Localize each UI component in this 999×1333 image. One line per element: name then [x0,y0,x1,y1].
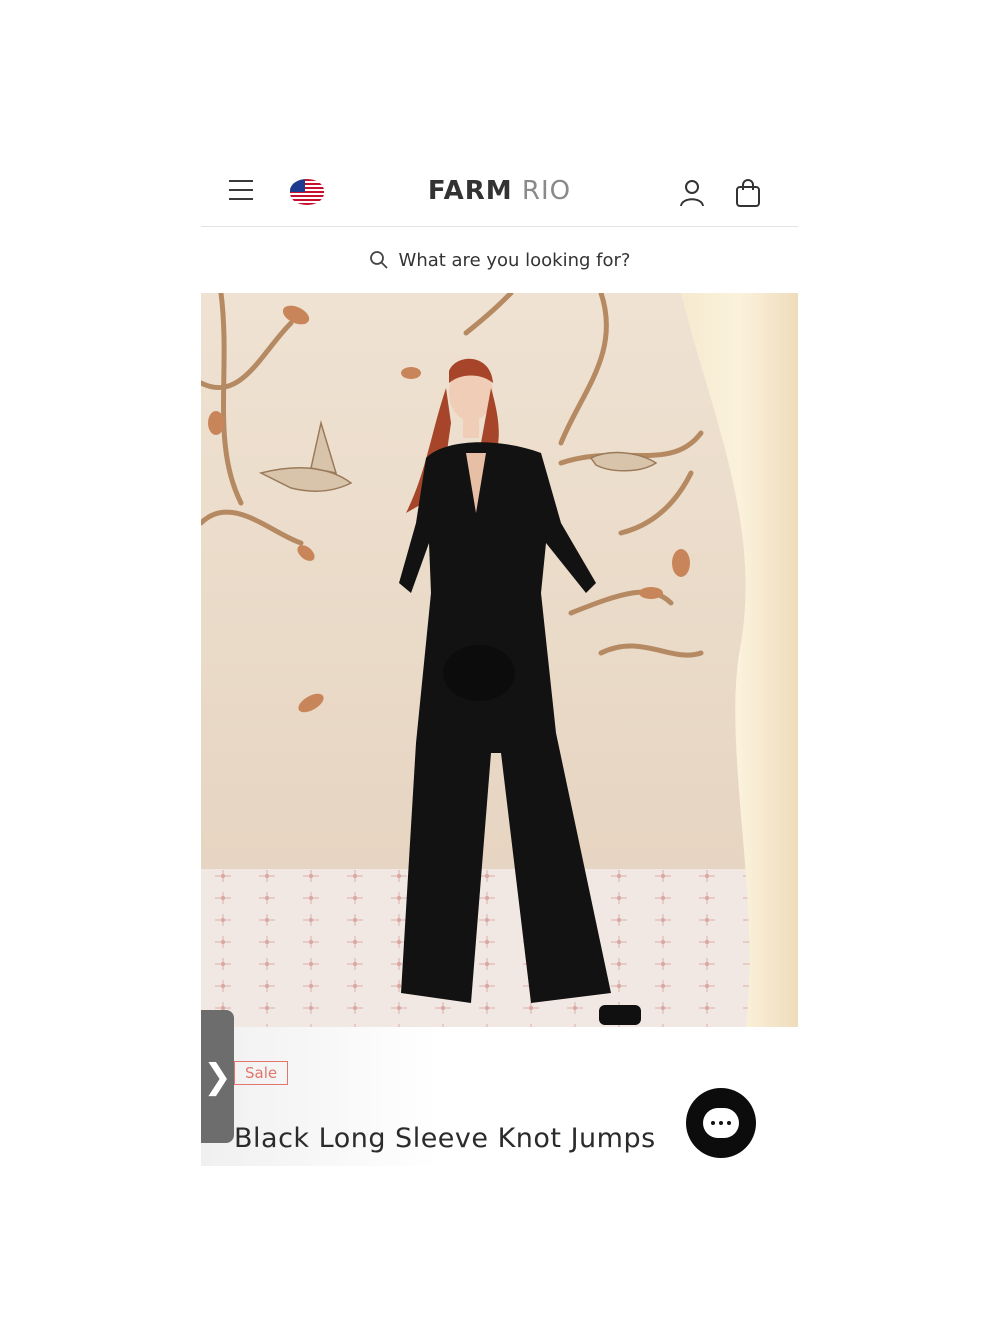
chat-button[interactable] [686,1088,756,1158]
chat-icon [703,1108,739,1138]
chevron-right-icon: ❯ [203,1056,232,1097]
account-button[interactable] [677,178,707,208]
search-icon [369,251,388,269]
cart-button[interactable] [734,178,762,208]
shopping-bag-icon [736,179,760,207]
search-placeholder: What are you looking for? [398,249,631,271]
site-logo[interactable]: FARM RIO [201,176,798,206]
search-bar[interactable]: What are you looking for? [201,227,798,293]
product-image-carousel[interactable] [201,293,798,1027]
user-icon [680,180,704,207]
logo-secondary: RIO [521,176,572,206]
product-title: Black Long Sleeve Knot Jumps [234,1123,656,1154]
side-drawer-toggle[interactable]: ❯ [201,1010,234,1143]
site-header: FARM RIO [201,150,798,227]
mobile-screen: FARM RIO What are you looking for? Sale … [201,150,798,1166]
logo-primary: FARM [427,176,513,206]
sale-badge: Sale [234,1061,289,1085]
product-photo [201,293,798,1027]
